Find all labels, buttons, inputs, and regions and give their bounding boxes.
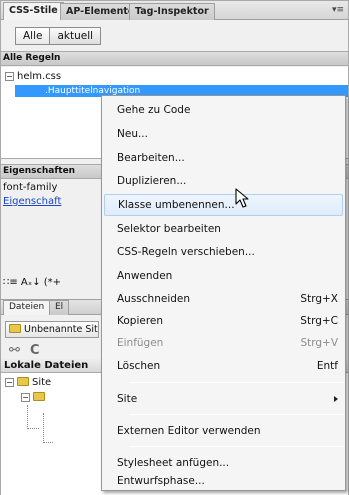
menu-item-edit-selector[interactable]: Selektor bearbeiten [103,218,344,240]
collapse-icon[interactable]: − [5,72,14,81]
menu-item-rename-class[interactable]: Klasse umbenennen... [104,194,343,216]
menu-separator [130,446,344,447]
tree-connector [27,405,39,429]
menu-item-site[interactable]: Site [103,388,344,410]
mouse-pointer-icon [235,188,249,208]
current-button[interactable]: aktuell [50,27,102,45]
menu-item-label: Löschen [117,360,161,372]
collapse-icon[interactable]: − [5,378,14,387]
tab-tag-inspector[interactable]: Tag-Inspektor [129,3,215,20]
menu-item-goto-code[interactable]: Gehe zu Code [103,99,344,121]
view-options-toolbar[interactable]: ∷≡ Aₓ↓ (*+ [3,277,61,291]
menu-item-apply[interactable]: Anwenden [103,265,344,287]
menu-item-move-css-rules[interactable]: CSS-Regeln verschieben... [103,241,344,263]
menu-item-label: Einfügen [117,337,164,349]
submenu-arrow-icon [334,396,338,402]
folder-icon [33,392,45,401]
menu-item-design-time[interactable]: Entwurfsphase... [103,470,344,492]
menu-item-delete[interactable]: Löschen Entf [103,355,344,377]
menu-item-label: Externen Editor verwenden [117,425,261,437]
menu-item-label: Ausschneiden [117,293,191,305]
menu-item-label: Kopieren [117,315,164,327]
css-file-label: helm.css [17,71,62,82]
shortcut-label: Entf [316,360,338,372]
folder-icon [17,377,29,386]
tree-file-node[interactable]: − helm.css [5,71,61,84]
tree-connector [43,413,53,443]
tab-files[interactable]: Dateien [3,300,51,315]
menu-item-duplicate[interactable]: Duplizieren... [103,170,344,192]
tab-css-styles[interactable]: CSS-Stile [3,2,64,20]
menu-separator [130,414,344,415]
shortcut-label: Strg+V [300,337,338,349]
shortcut-label: Strg+C [300,315,338,327]
collapse-icon[interactable]: − [21,393,30,402]
menu-item-copy[interactable]: Kopieren Strg+C [103,310,344,332]
rules-header: Alle Regeln [1,51,348,66]
site-dropdown[interactable]: Unbenannte Site [5,321,99,338]
files-toolbar: ⚯ C [9,343,40,358]
folder-icon [9,324,21,333]
mode-toggle: Alle aktuell [15,27,102,45]
menu-item-label: Anwenden [117,270,173,282]
menu-item-label: Selektor bearbeiten [117,223,221,235]
menu-item-label: Site [117,393,138,405]
menu-item-label: Bearbeiten... [117,152,185,164]
site-root-node[interactable]: − Site [5,377,51,390]
menu-item-label: Duplizieren... [117,175,187,187]
menu-item-external-editor[interactable]: Externen Editor verwenden [103,420,344,442]
menu-item-label: Klasse umbenennen... [118,199,235,211]
menu-item-label: CSS-Regeln verschieben... [117,246,255,258]
subfolder-node[interactable]: − [21,392,48,405]
menu-separator [130,382,344,383]
menu-item-label: Neu... [117,128,148,140]
refresh-icon[interactable]: C [30,343,40,358]
panel-tab-bar: CSS-Stile AP-Elemente Tag-Inspektor ▾≡ [1,1,348,20]
panel-options-icon[interactable]: ▾≡ [332,5,344,15]
tab-assets[interactable]: El [49,300,70,315]
menu-item-edit[interactable]: Bearbeiten... [103,147,344,169]
shortcut-label: Strg+X [300,293,338,305]
menu-item-label: Entwurfsphase... [117,475,205,487]
context-menu: Gehe zu Code Neu... Bearbeiten... Dupliz… [101,95,346,491]
menu-item-paste: Einfügen Strg+V [103,332,344,354]
menu-item-label: Gehe zu Code [117,104,191,116]
site-dropdown-label: Unbenannte Site [24,324,99,335]
site-root-label: Site [32,377,52,388]
menu-item-cut[interactable]: Ausschneiden Strg+X [103,288,344,310]
menu-item-label: Stylesheet anfügen... [117,457,230,469]
menu-item-new[interactable]: Neu... [103,123,344,145]
connect-icon[interactable]: ⚯ [9,343,20,358]
all-button[interactable]: Alle [15,27,51,45]
